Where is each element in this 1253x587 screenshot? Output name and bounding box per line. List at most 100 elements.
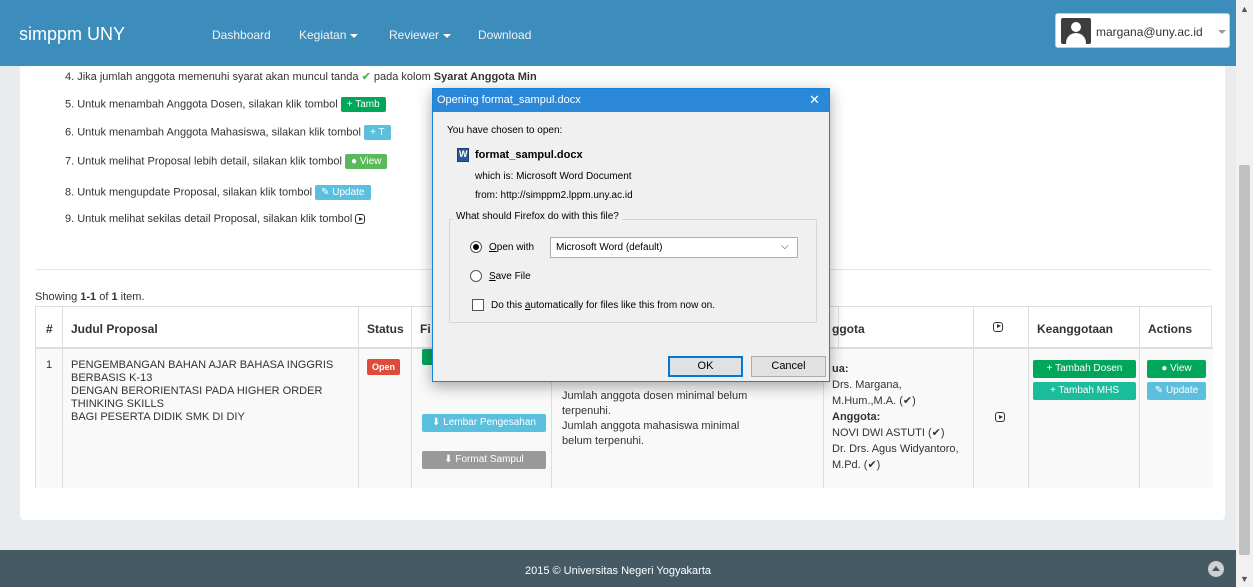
anggota-name: NOVI DWI ASTUTI (✔) <box>832 427 945 439</box>
judul-line: BAGI PESERTA DIDIK SMK DI DIY <box>71 411 245 423</box>
syarat-line: terpenuhi. <box>562 405 611 417</box>
col-header-keanggotaan: Keanggotaan <box>1029 307 1140 349</box>
cell-num: 1 <box>36 349 63 488</box>
cell-status: Open <box>359 349 412 488</box>
update-sample-button[interactable]: ✎ Update <box>315 185 371 200</box>
summary-text: of <box>99 291 109 303</box>
caret-down-icon <box>443 33 452 38</box>
dialog-filename: format_sampul.docx <box>475 149 583 161</box>
instruction-5: 5. Untuk menambah Anggota Dosen, silakan… <box>65 97 386 112</box>
ketua-name: M.Hum.,M.A. (✔) <box>832 395 916 407</box>
auto-text: Do this <box>491 300 525 311</box>
page-footer: 2015 © Universitas Negeri Yogyakarta <box>0 550 1236 587</box>
instruction-text: 5. Untuk menambah Anggota Dosen, silakan… <box>65 98 338 111</box>
caret-down-icon <box>350 33 359 38</box>
instruction-text: 6. Untuk menambah Anggota Mahasiswa, sil… <box>65 126 361 139</box>
instruction-bold: Syarat Anggota Min <box>433 71 537 83</box>
user-email: margana@uny.ac.id <box>1096 25 1203 39</box>
summary-text: item. <box>120 291 145 303</box>
tambah-mhs-sample-button[interactable]: + T <box>364 125 391 140</box>
open-file-dialog: Opening format_sampul.docx ✕ You have ch… <box>432 88 830 382</box>
judul-line: BERBASIS K-13 <box>71 372 153 384</box>
open-with-select[interactable]: Microsoft Word (default) ⌵ <box>550 237 798 258</box>
nav-download[interactable]: Download <box>478 28 531 42</box>
nav-dashboard-label: Dashboard <box>212 28 271 42</box>
dialog-title: Opening format_sampul.docx <box>437 94 581 106</box>
auto-checkbox[interactable] <box>472 299 484 311</box>
footer-copyright: 2015 © Universitas Negeri Yogyakarta <box>524 565 712 577</box>
play-square-icon <box>355 214 366 225</box>
instruction-7: 7. Untuk melihat Proposal lebih detail, … <box>65 154 388 169</box>
judul-line: DENGAN BERORIENTASI PADA HIGHER ORDER <box>71 385 323 397</box>
play-square-icon <box>993 321 1003 332</box>
nav-kegiatan-label: Kegiatan <box>299 28 347 42</box>
auto-label[interactable]: Do this automatically for files like thi… <box>491 300 715 311</box>
view-button[interactable]: ● View <box>1147 360 1206 378</box>
open-with-text: pen with <box>496 242 535 253</box>
tambah-mhs-button[interactable]: + Tambah MHS <box>1033 382 1136 400</box>
caret-down-icon <box>1218 30 1226 34</box>
syarat-line: belum terpenuhi. <box>562 435 644 447</box>
save-file-label[interactable]: Save File <box>489 271 531 282</box>
ketua-label: ua: <box>832 363 849 375</box>
update-button[interactable]: ✎ Update <box>1147 382 1206 400</box>
instruction-text: pada kolom <box>373 71 431 83</box>
cell-preview <box>974 349 1029 488</box>
cell-anggota: ua: Drs. Margana, M.Hum.,M.A. (✔) Anggot… <box>824 349 974 488</box>
user-menu-button[interactable]: margana@uny.ac.id <box>1055 13 1230 48</box>
nav-reviewer[interactable]: Reviewer <box>389 28 452 42</box>
summary-range: 1-1 <box>80 291 97 303</box>
dialog-intro: You have chosen to open: <box>447 125 563 136</box>
open-with-radio[interactable] <box>470 241 482 253</box>
syarat-line: Jumlah anggota mahasiswa minimal <box>562 420 740 432</box>
col-header-status[interactable]: Status <box>359 307 412 349</box>
nav-kegiatan[interactable]: Kegiatan <box>299 28 359 42</box>
access-key: S <box>489 271 496 282</box>
dialog-filetype: which is: Microsoft Word Document <box>475 171 632 182</box>
cell-actions: ● View ✎ Update <box>1140 349 1213 488</box>
summary-total: 1 <box>111 291 118 303</box>
scroll-to-top-icon[interactable] <box>1208 561 1224 577</box>
scroll-up-icon[interactable]: ▲ <box>1240 4 1249 14</box>
cancel-button[interactable]: Cancel <box>751 356 826 377</box>
word-document-icon <box>457 148 469 162</box>
check-icon: ✔ <box>361 71 371 83</box>
brand-logo[interactable]: simppm UNY <box>19 24 125 45</box>
select-value: Microsoft Word (default) <box>556 242 663 253</box>
result-summary: Showing 1-1 of 1 item. <box>35 291 145 303</box>
tambah-dosen-sample-button[interactable]: + Tamb <box>340 97 386 112</box>
dialog-titlebar[interactable]: Opening format_sampul.docx ✕ <box>433 89 829 112</box>
page-scrollbar[interactable]: ▲ ▼ <box>1236 0 1253 587</box>
instruction-6: 6. Untuk menambah Anggota Mahasiswa, sil… <box>65 125 391 140</box>
open-with-label[interactable]: Open with <box>489 242 534 253</box>
judul-line: THINKING SKILLS <box>71 398 164 410</box>
instruction-8: 8. Untuk mengupdate Proposal, silakan kl… <box>65 185 371 200</box>
scrollbar-thumb[interactable] <box>1239 165 1250 555</box>
save-file-radio[interactable] <box>470 270 482 282</box>
ok-button[interactable]: OK <box>668 356 743 377</box>
syarat-line: Jumlah anggota dosen minimal belum <box>562 390 748 402</box>
tambah-dosen-button[interactable]: + Tambah Dosen <box>1033 360 1136 378</box>
view-sample-button[interactable]: ● View <box>345 154 388 169</box>
instruction-text: 7. Untuk melihat Proposal lebih detail, … <box>65 155 342 168</box>
auto-text: utomatically for files like this from no… <box>530 300 715 311</box>
instruction-4: 4. Jika jumlah anggota memenuhi syarat a… <box>65 70 537 83</box>
cell-keanggotaan: + Tambah Dosen + Tambah MHS <box>1029 349 1140 488</box>
close-icon[interactable]: ✕ <box>809 92 820 108</box>
col-header-judul[interactable]: Judul Proposal <box>63 307 359 349</box>
scroll-down-icon[interactable]: ▼ <box>1240 574 1249 584</box>
lembar-pengesahan-button[interactable]: ⬇ Lembar Pengesahan <box>422 414 546 432</box>
dialog-question: What should Firefox do with this file? <box>453 211 622 222</box>
dialog-source: from: http://simppm2.lppm.uny.ac.id <box>475 190 633 201</box>
status-badge: Open <box>367 359 401 375</box>
cell-judul: PENGEMBANGAN BAHAN AJAR BAHASA INGGRIS B… <box>63 349 359 488</box>
col-header-actions: Actions <box>1140 307 1213 349</box>
anggota-name: Dr. Drs. Agus Widyantoro, <box>832 443 959 455</box>
play-square-icon[interactable] <box>995 412 1005 423</box>
nav-download-label: Download <box>478 28 532 42</box>
format-sampul-button[interactable]: ⬇ Format Sampul <box>422 451 546 469</box>
access-key: O <box>489 242 497 253</box>
instruction-text: 9. Untuk melihat sekilas detail Proposal… <box>65 213 353 225</box>
nav-dashboard[interactable]: Dashboard <box>212 28 271 42</box>
summary-text: Showing <box>35 291 78 303</box>
